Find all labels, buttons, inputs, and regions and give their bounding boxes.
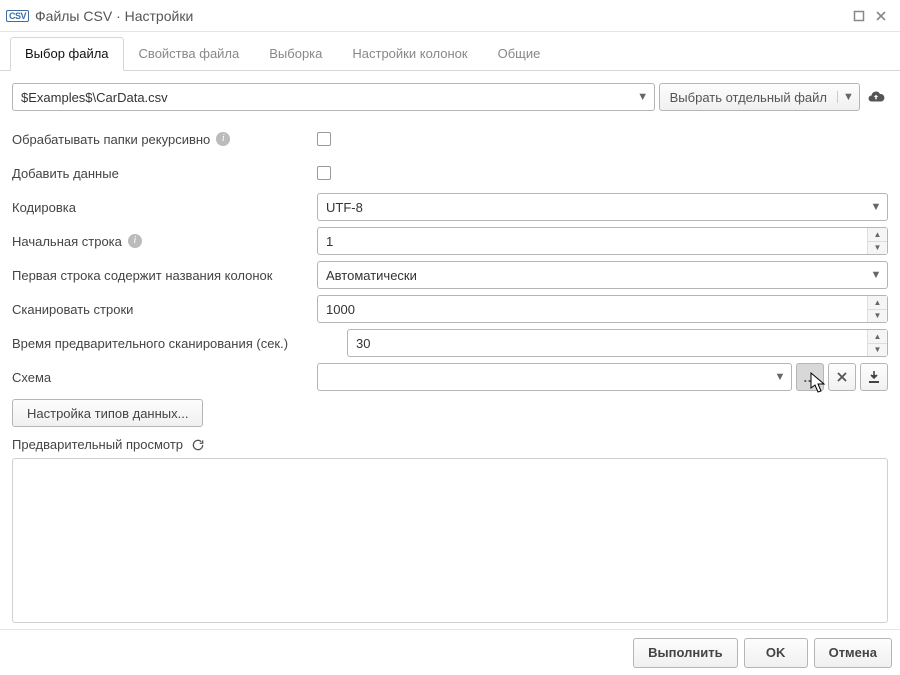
- info-icon[interactable]: i: [216, 132, 230, 146]
- start-line-value: 1: [318, 228, 867, 254]
- titlebar: CSV Файлы CSV · Настройки: [0, 0, 900, 32]
- spin-down-icon[interactable]: ▼: [868, 344, 887, 357]
- tab-general[interactable]: Общие: [483, 37, 556, 71]
- preview-label: Предварительный просмотр: [12, 437, 183, 452]
- datatype-settings-button[interactable]: Настройка типов данных...: [12, 399, 203, 427]
- run-button[interactable]: Выполнить: [633, 638, 737, 668]
- chevron-down-icon: ▼: [865, 269, 887, 281]
- encoding-value: UTF-8: [326, 200, 865, 215]
- schema-clear-button[interactable]: [828, 363, 856, 391]
- tabbar: Выбор файла Свойства файла Выборка Настр…: [0, 32, 900, 71]
- prescan-time-value: 30: [348, 330, 867, 356]
- tab-sampling[interactable]: Выборка: [254, 37, 337, 71]
- file-path-combo[interactable]: $Examples$\CarData.csv ▼: [12, 83, 655, 111]
- refresh-icon: [191, 438, 205, 452]
- prescan-time-spinner[interactable]: 30 ▲ ▼: [347, 329, 888, 357]
- start-line-spinner[interactable]: 1 ▲ ▼: [317, 227, 888, 255]
- tab-column-settings[interactable]: Настройки колонок: [337, 37, 482, 71]
- schema-select[interactable]: ▼: [317, 363, 792, 391]
- window-title: Файлы CSV · Настройки: [35, 8, 193, 24]
- start-line-label: Начальная строка: [12, 234, 122, 249]
- chevron-down-icon: ▼: [769, 371, 791, 383]
- chevron-down-icon: ▼: [865, 201, 887, 213]
- csv-badge-icon: CSV: [6, 10, 29, 22]
- append-checkbox[interactable]: [317, 166, 331, 180]
- append-label: Добавить данные: [12, 166, 119, 181]
- first-row-label: Первая строка содержит названия колонок: [12, 268, 272, 283]
- scan-rows-spinner[interactable]: 1000 ▲ ▼: [317, 295, 888, 323]
- refresh-button[interactable]: [191, 438, 205, 452]
- ellipsis-icon: …: [803, 370, 817, 385]
- spin-down-icon[interactable]: ▼: [868, 310, 887, 323]
- schema-label: Схема: [12, 370, 51, 385]
- cloud-upload-button[interactable]: [864, 83, 888, 111]
- dialog-footer: Выполнить OK Отмена: [0, 629, 900, 675]
- scan-rows-value: 1000: [318, 296, 867, 322]
- file-path-text: $Examples$\CarData.csv: [21, 90, 632, 105]
- first-row-value: Автоматически: [326, 268, 865, 283]
- spin-up-icon[interactable]: ▲: [868, 296, 887, 310]
- ok-button[interactable]: OK: [744, 638, 808, 668]
- recursive-label: Обрабатывать папки рекурсивно: [12, 132, 210, 147]
- prescan-time-label: Время предварительного сканирования (сек…: [12, 336, 288, 351]
- tab-file-select[interactable]: Выбор файла: [10, 37, 124, 71]
- schema-download-button[interactable]: [860, 363, 888, 391]
- spin-up-icon[interactable]: ▲: [868, 228, 887, 242]
- encoding-select[interactable]: UTF-8 ▼: [317, 193, 888, 221]
- select-file-button[interactable]: Выбрать отдельный файл ▼: [659, 83, 860, 111]
- close-icon: [875, 10, 887, 22]
- scan-rows-label: Сканировать строки: [12, 302, 133, 317]
- schema-browse-button[interactable]: …: [796, 363, 824, 391]
- select-file-button-label: Выбрать отдельный файл: [660, 90, 837, 105]
- maximize-icon: [853, 10, 865, 22]
- encoding-label: Кодировка: [12, 200, 76, 215]
- close-button[interactable]: [870, 5, 892, 27]
- info-icon[interactable]: i: [128, 234, 142, 248]
- cancel-button[interactable]: Отмена: [814, 638, 892, 668]
- chevron-down-icon: ▼: [837, 91, 859, 103]
- cloud-upload-icon: [867, 88, 885, 106]
- maximize-button[interactable]: [848, 5, 870, 27]
- preview-area: [12, 458, 888, 623]
- first-row-select[interactable]: Автоматически ▼: [317, 261, 888, 289]
- close-icon: [836, 371, 848, 383]
- tab-file-props[interactable]: Свойства файла: [124, 37, 255, 71]
- spin-down-icon[interactable]: ▼: [868, 242, 887, 255]
- spin-up-icon[interactable]: ▲: [868, 330, 887, 344]
- chevron-down-icon: ▼: [632, 91, 654, 103]
- download-icon: [867, 370, 881, 384]
- recursive-checkbox[interactable]: [317, 132, 331, 146]
